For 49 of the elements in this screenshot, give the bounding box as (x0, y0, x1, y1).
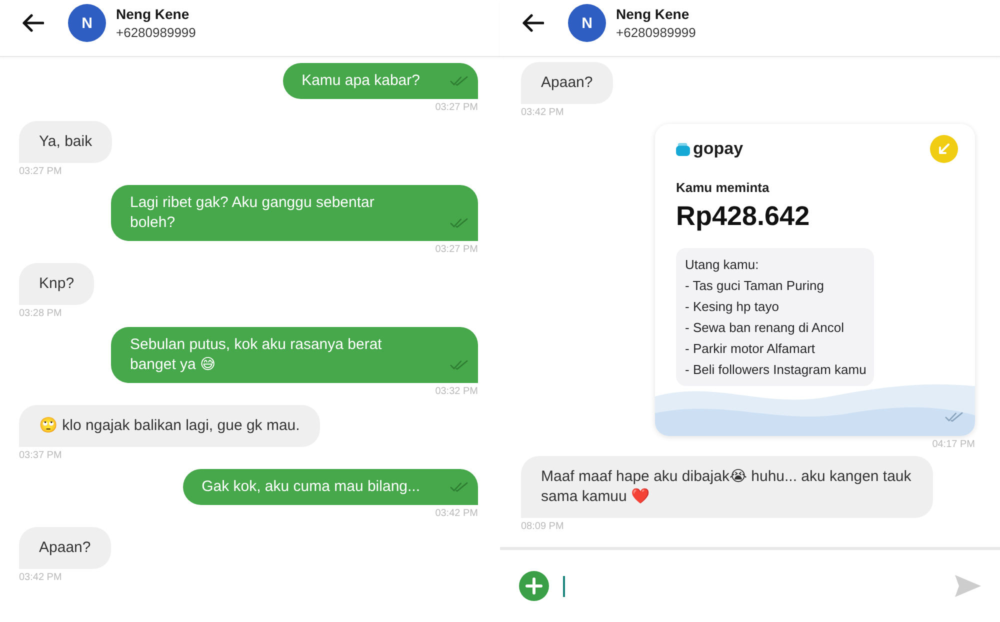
double-check-icon (450, 76, 468, 86)
message-time: 04:17 PM (932, 439, 975, 451)
plus-icon (519, 571, 549, 601)
add-button[interactable] (519, 571, 549, 601)
request-amount: Rp428.642 (676, 201, 810, 232)
wallet-icon (676, 142, 690, 156)
message-text: Sebulan putus, kok aku rasanya berat banget ya 😅 (130, 335, 383, 375)
note-line: - Tas guci Taman Puring (685, 277, 825, 295)
message-text: Kamu apa kabar? (302, 71, 420, 91)
contact-avatar: N (68, 4, 106, 42)
back-button[interactable] (522, 14, 544, 32)
double-check-icon (450, 218, 468, 228)
message-text: Gak kok, aku cuma mau bilang... (202, 477, 420, 497)
brand-logo-text: gopay (693, 139, 744, 159)
contact-phone: +6280989999 (616, 25, 696, 40)
note-line: - Kesing hp tayo (685, 298, 780, 316)
double-check-icon (945, 412, 963, 422)
message-time: 03:27 PM (435, 102, 478, 114)
note-line: - Beli followers Instagram kamu (685, 361, 866, 379)
back-arrow-icon (22, 14, 44, 32)
contact-name: Neng Kene (116, 6, 190, 22)
message-text: Lagi ribet gak? Aku ganggu sebentar boleh? (130, 193, 376, 233)
message-time: 03:42 PM (435, 508, 478, 520)
contact-phone: +6280989999 (116, 25, 196, 40)
message-text: Knp? (39, 274, 74, 294)
send-icon (954, 574, 982, 598)
double-check-icon (450, 482, 468, 492)
message-text: 🙄 klo ngajak balikan lagi, gue gk mau. (39, 416, 300, 436)
note-title: Utang kamu: (685, 256, 760, 274)
double-check-icon (450, 360, 468, 370)
contact-name: Neng Kene (616, 6, 690, 22)
request-label: Kamu meminta (676, 180, 770, 195)
message-text: Apaan? (541, 73, 593, 93)
message-time: 08:09 PM (521, 521, 564, 533)
message-time: 03:27 PM (19, 166, 62, 178)
message-time: 03:42 PM (19, 572, 62, 584)
back-button[interactable] (22, 14, 44, 32)
message-text: Apaan? (39, 538, 91, 558)
message-time: 03:42 PM (521, 107, 564, 119)
back-arrow-icon (522, 14, 544, 32)
message-text: Maaf maaf hape aku dibajak😭 huhu... aku kangen tauk sama kamuu ❤ (541, 467, 912, 507)
message-time: 03:27 PM (435, 244, 478, 256)
message-text: Ya, baik (39, 132, 92, 152)
contact-avatar: N (568, 4, 606, 42)
message-time: 03:32 PM (435, 386, 478, 398)
note-line: - Sewa ban renang di Ancol (685, 319, 845, 337)
message-time: 03:37 PM (19, 450, 62, 462)
message-time: 03:28 PM (19, 308, 62, 320)
note-line: - Parkir motor Alfamart (685, 340, 816, 358)
